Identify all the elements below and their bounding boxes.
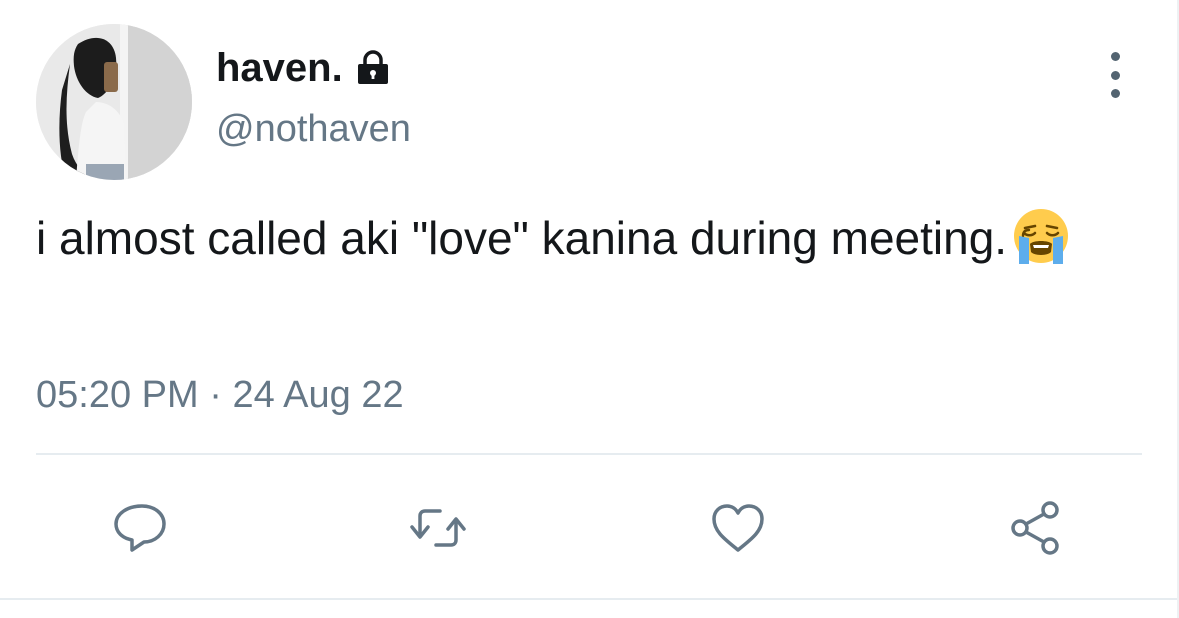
display-name[interactable]: haven. <box>216 46 343 91</box>
tweet-timestamp[interactable]: 05:20 PM · 24 Aug 22 <box>36 374 404 417</box>
tweet-text: i almost called aki "love" kanina during… <box>36 212 1008 264</box>
vertical-ellipsis-icon <box>1110 70 1120 80</box>
author-handle[interactable]: @nothaven <box>216 108 411 151</box>
vertical-ellipsis-icon <box>1110 89 1120 98</box>
tweet-time: 05:20 PM <box>36 374 199 416</box>
speech-bubble-icon <box>114 504 166 552</box>
tweet-card: haven. @nothaven i almost called aki "lo… <box>0 0 1179 618</box>
tweet-date: 24 Aug 22 <box>232 374 404 416</box>
tweet-body: i almost called aki "love" kanina during… <box>36 206 1116 269</box>
bottom-border <box>0 598 1179 600</box>
retweet-icon <box>410 509 466 547</box>
loudly-crying-face-emoji <box>1011 206 1071 266</box>
share-button[interactable] <box>1004 496 1068 560</box>
lock-icon <box>353 48 393 88</box>
like-button[interactable] <box>706 496 770 560</box>
avatar[interactable] <box>36 24 192 180</box>
share-icon <box>1011 501 1059 555</box>
heart-icon <box>712 504 764 552</box>
reply-button[interactable] <box>108 496 172 560</box>
avatar-photo <box>36 24 192 180</box>
more-options-button[interactable] <box>1098 52 1132 98</box>
author-name-row: haven. <box>216 40 393 96</box>
retweet-button[interactable] <box>406 496 470 560</box>
divider <box>36 453 1142 455</box>
vertical-ellipsis-icon <box>1110 52 1120 61</box>
timestamp-separator: · <box>209 374 222 416</box>
